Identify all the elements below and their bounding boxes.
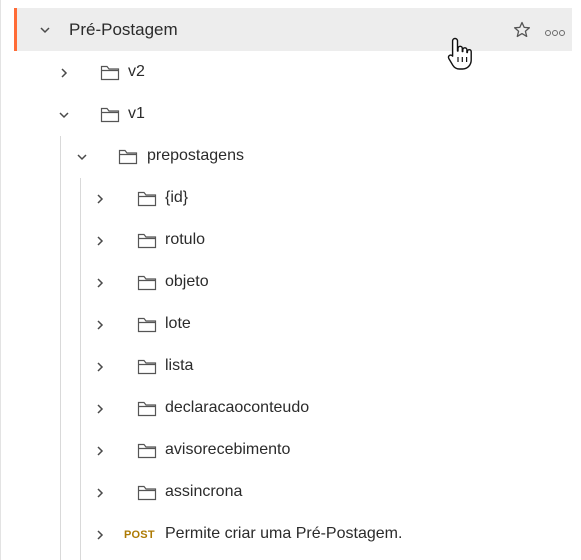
folder-icon [137, 233, 157, 249]
folder-row-prepostagens[interactable]: prepostagens [0, 136, 581, 178]
collection-row[interactable]: Pré-Postagem [17, 8, 572, 51]
folder-label: v2 [128, 63, 145, 80]
folder-label: avisorecebimento [165, 441, 291, 458]
active-accent-bar [14, 8, 17, 51]
folder-row-rotulo[interactable]: rotulo [0, 220, 581, 262]
request-row-post[interactable]: POST Permite criar uma Pré-Postagem. [0, 514, 581, 556]
folder-icon [100, 65, 120, 81]
folder-icon [137, 401, 157, 417]
chevron-down-icon[interactable] [37, 22, 53, 38]
chevron-right-icon[interactable] [92, 317, 108, 333]
chevron-right-icon[interactable] [92, 233, 108, 249]
hand-pointer-cursor-icon [447, 37, 472, 70]
folder-icon [137, 191, 157, 207]
folder-label: v1 [128, 105, 145, 122]
method-badge: POST [124, 529, 155, 541]
chevron-down-icon[interactable] [74, 149, 90, 165]
folder-label: declaracaoconteudo [165, 399, 310, 416]
folder-label: rotulo [165, 231, 206, 248]
folder-icon [137, 485, 157, 501]
folder-row-v1[interactable]: v1 [0, 94, 581, 136]
folder-row-avisorecebimento[interactable]: avisorecebimento [0, 430, 581, 472]
chevron-right-icon[interactable] [92, 359, 108, 375]
folder-icon [137, 317, 157, 333]
folder-row-id[interactable]: {id} [0, 178, 581, 220]
folder-label: lista [165, 357, 194, 374]
folder-label: {id} [165, 189, 189, 206]
chevron-right-icon[interactable] [56, 65, 72, 81]
chevron-right-icon[interactable] [92, 443, 108, 459]
chevron-right-icon[interactable] [92, 485, 108, 501]
folder-icon [100, 107, 120, 123]
folder-label: lote [165, 315, 191, 332]
folder-row-lote[interactable]: lote [0, 304, 581, 346]
folder-row-lista[interactable]: lista [0, 346, 581, 388]
collection-name: Pré-Postagem [69, 20, 178, 39]
folder-icon [137, 275, 157, 291]
chevron-right-icon[interactable] [92, 275, 108, 291]
folder-row-declaracaoconteudo[interactable]: declaracaoconteudo [0, 388, 581, 430]
folder-icon [137, 359, 157, 375]
request-name: Permite criar uma Pré-Postagem. [165, 525, 403, 542]
folder-label: objeto [165, 273, 209, 290]
folder-row-objeto[interactable]: objeto [0, 262, 581, 304]
folder-icon [137, 443, 157, 459]
chevron-right-icon[interactable] [92, 527, 108, 543]
folder-icon [118, 149, 138, 165]
folder-row-v2[interactable]: v2 [0, 52, 581, 94]
folder-label: prepostagens [147, 147, 244, 164]
chevron-right-icon[interactable] [92, 191, 108, 207]
folder-row-assincrona[interactable]: assincrona [0, 472, 581, 514]
more-horizontal-icon[interactable] [545, 23, 566, 41]
folder-label: assincrona [165, 483, 243, 500]
chevron-down-icon[interactable] [56, 107, 72, 123]
chevron-right-icon[interactable] [92, 401, 108, 417]
star-icon[interactable] [512, 20, 532, 40]
